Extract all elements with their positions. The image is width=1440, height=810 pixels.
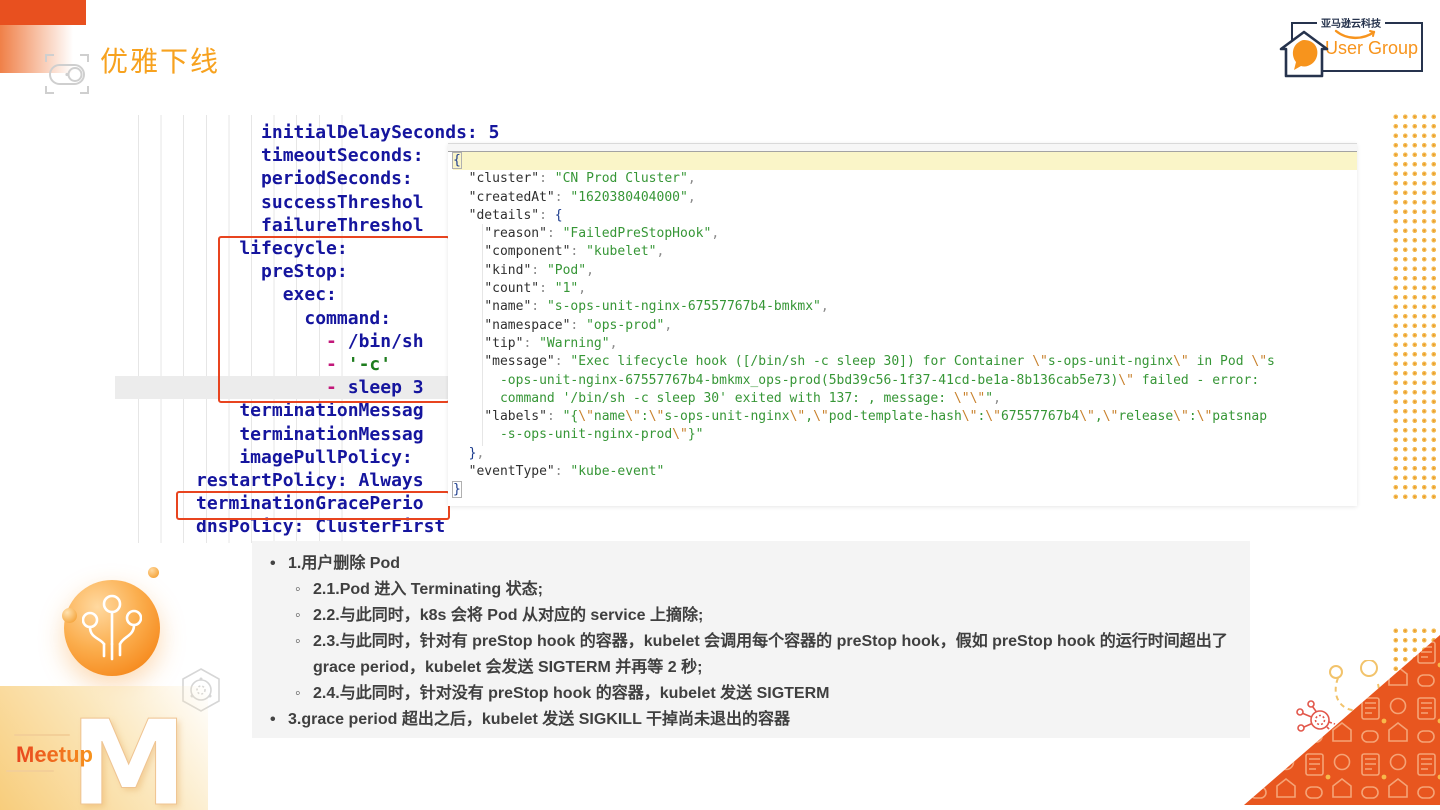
code-line: } bbox=[452, 481, 462, 499]
page-title: 优雅下线 bbox=[100, 45, 221, 78]
notes-panel: 1.用户删除 Pod2.1.Pod 进入 Terminating 状态;2.2.… bbox=[252, 541, 1250, 738]
meetup-label: Meetup bbox=[16, 742, 93, 767]
code-line: "labels": "{\"name\":\"s-ops-unit-nginx\… bbox=[484, 409, 1268, 425]
code-line: "name": "s-ops-unit-nginx-67557767b4-bmk… bbox=[484, 299, 829, 315]
orange-dot-small bbox=[148, 567, 159, 578]
annotation-box-lifecycle bbox=[218, 236, 450, 403]
orange-dot-medium bbox=[62, 608, 77, 623]
viewfinder-camera-icon bbox=[44, 52, 90, 101]
code-line: "count": "1", bbox=[484, 281, 587, 297]
code-line: "createdAt": "1620380404000", bbox=[468, 189, 696, 205]
code-line: "cluster": "CN Prod Cluster", bbox=[468, 171, 696, 187]
code-line: -s-ops-unit-nginx-prod\"}" bbox=[499, 427, 704, 443]
annotation-box-termination-grace bbox=[176, 491, 450, 520]
corner-accent-block bbox=[0, 0, 86, 25]
tech-sphere-badge bbox=[64, 580, 160, 676]
note-item: 3.grace period 超出之后，kubelet 发送 SIGKILL 干… bbox=[270, 707, 1242, 733]
code-line: command '/bin/sh -c sleep 30' exited wit… bbox=[499, 390, 1001, 406]
code-line: "namespace": "ops-prod", bbox=[484, 317, 673, 333]
slide: 优雅下线 亚马逊云科技 User Group initialDelaySecon… bbox=[0, 0, 1440, 810]
note-item: 2.1.Pod 进入 Terminating 状态; bbox=[295, 577, 1233, 603]
house-icon bbox=[1277, 26, 1331, 87]
note-item: 2.3.与此同时，针对有 preStop hook 的容器，kubelet 会调… bbox=[295, 629, 1233, 681]
code-line: }, bbox=[468, 445, 485, 461]
speed-line bbox=[6, 770, 54, 772]
note-item: 2.4.与此同时，针对没有 preStop hook 的容器，kubelet 发… bbox=[295, 681, 1233, 707]
json-event-panel: { "cluster": "CN Prod Cluster", "created… bbox=[448, 143, 1357, 506]
code-line: { bbox=[452, 152, 1357, 171]
corner-triangle-pattern bbox=[1244, 635, 1440, 810]
code-line: initialDelaySeconds: 5 bbox=[196, 122, 500, 143]
code-line: "component": "kubelet", bbox=[484, 244, 665, 260]
code-line: "reason": "FailedPreStopHook", bbox=[484, 226, 720, 242]
json-code-block: { "cluster": "CN Prod Cluster", "created… bbox=[452, 152, 1357, 500]
code-line: "message": "Exec lifecycle hook ([/bin/s… bbox=[484, 354, 1275, 370]
notes-list: 1.用户删除 Pod2.1.Pod 进入 Terminating 状态;2.2.… bbox=[262, 551, 1242, 733]
dot-grid-top bbox=[1391, 112, 1439, 502]
code-line: "tip": "Warning", bbox=[484, 335, 618, 351]
json-panel-top-strip bbox=[448, 144, 1357, 152]
code-line: "details": { bbox=[468, 207, 563, 223]
code-line: "kind": "Pod", bbox=[484, 262, 594, 278]
logo-group-label: User Group bbox=[1325, 38, 1419, 58]
note-item: 1.用户删除 Pod bbox=[270, 551, 1242, 577]
code-line: "eventType": "kube-event" bbox=[468, 464, 665, 480]
aws-user-group-logo: 亚马逊云科技 User Group bbox=[1279, 14, 1427, 78]
speed-line bbox=[14, 734, 70, 736]
tech-sphere-icon bbox=[82, 594, 142, 661]
code-line: -ops-unit-nginx-67557767b4-bmkmx_ops-pro… bbox=[499, 372, 1260, 388]
note-item: 2.2.与此同时，k8s 会将 Pod 从对应的 service 上摘除; bbox=[295, 603, 1233, 629]
